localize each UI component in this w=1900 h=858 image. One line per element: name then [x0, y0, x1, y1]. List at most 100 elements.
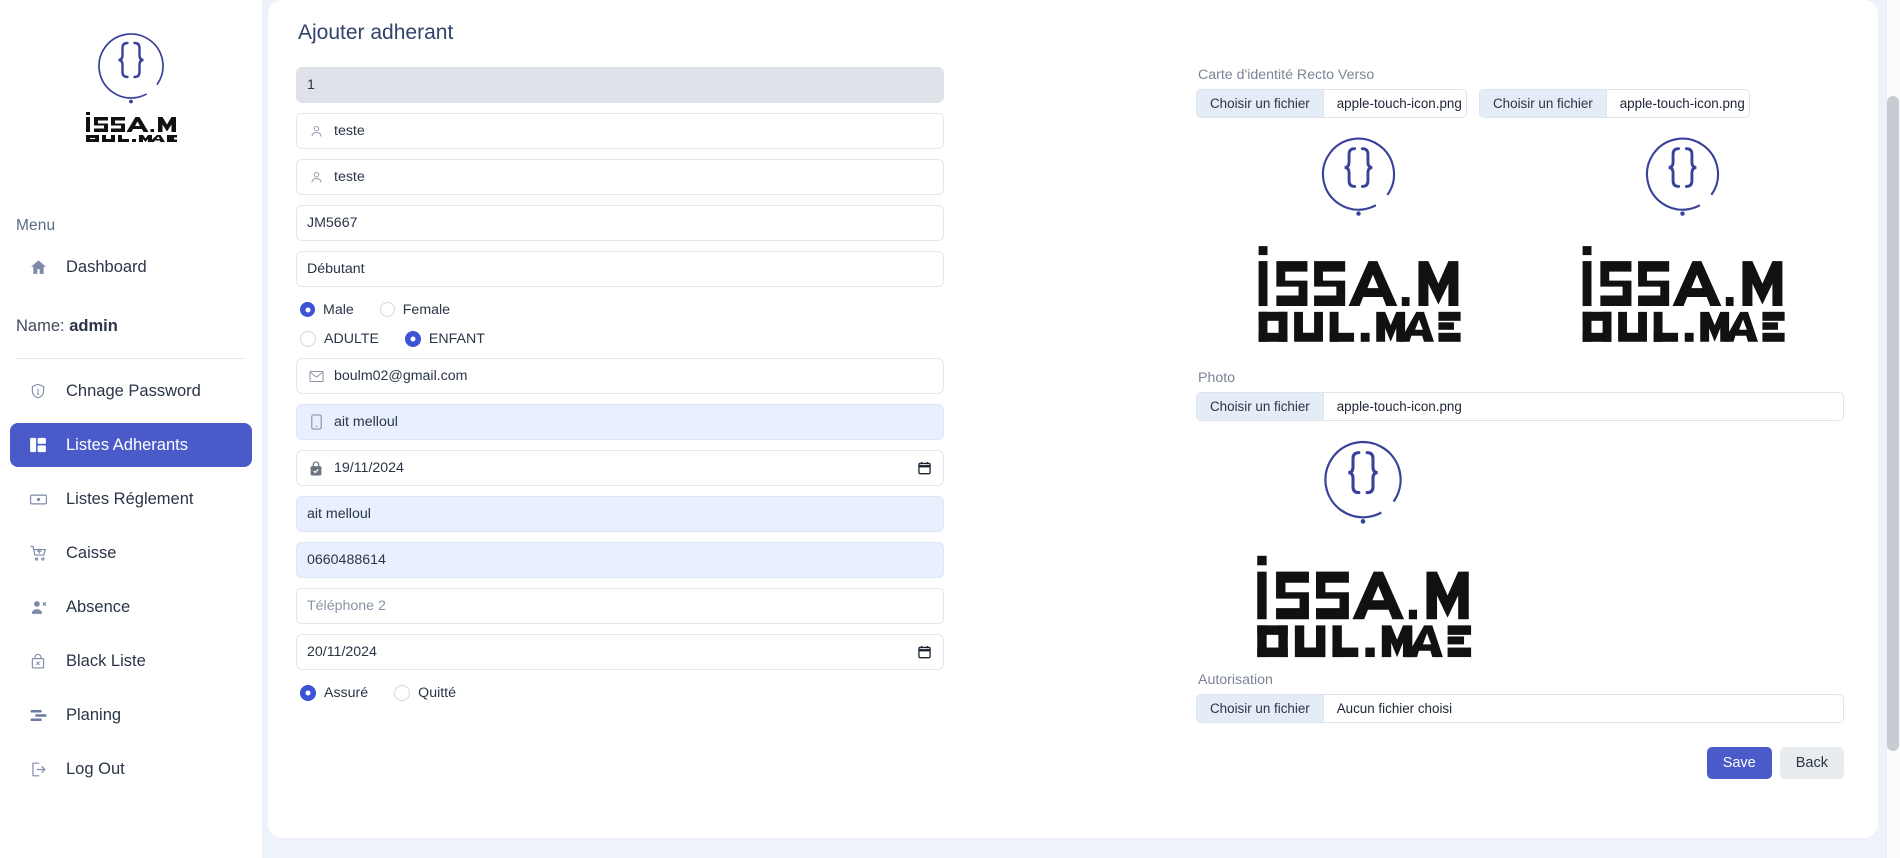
sidebar-item-label: Chnage Password	[66, 381, 201, 400]
address1-value: ait melloul	[334, 413, 398, 430]
sidebar-divider	[16, 358, 246, 359]
brand-logo[interactable]	[0, 0, 262, 147]
name-value: admin	[69, 317, 118, 335]
level-field[interactable]: Débutant	[296, 251, 944, 287]
sidebar-item-chnage-password[interactable]: Chnage Password	[10, 369, 252, 413]
choose-file-button[interactable]: Choisir un fichier	[1480, 90, 1607, 117]
sidebar-item-planing[interactable]: Planing	[10, 693, 252, 737]
sidebar-item-listes-adherants[interactable]: Listes Adherants	[10, 423, 252, 467]
photo-preview	[1198, 435, 1528, 670]
name-prefix: Name:	[16, 317, 65, 335]
phone1-field[interactable]: 0660488614	[296, 542, 944, 578]
photo-preview-row	[1196, 435, 1844, 670]
radio-dot	[394, 684, 411, 701]
status-option-label: Assuré	[324, 684, 369, 701]
category-option-enfant[interactable]: ENFANT	[404, 330, 485, 347]
gender-option-label: Male	[323, 301, 354, 318]
calendar-icon[interactable]	[918, 645, 931, 659]
category-option-label: ENFANT	[428, 330, 485, 347]
first-name-value: teste	[334, 122, 365, 139]
photo-file-input[interactable]: Choisir un fichier apple-touch-icon.png	[1196, 392, 1844, 421]
gender-option-male[interactable]: Male	[300, 302, 354, 318]
dashboard-grid-icon	[28, 435, 48, 455]
sidebar-item-absence[interactable]: Absence	[10, 585, 252, 629]
radio-dot	[300, 302, 315, 317]
user-icon	[307, 168, 325, 186]
autorisation-file-input[interactable]: Choisir un fichier Aucun fichier choisi	[1196, 694, 1844, 723]
sidebar-item-label: Log Out	[66, 759, 125, 778]
sidebar-item-label: Dashboard	[66, 257, 147, 276]
choose-file-button[interactable]: Choisir un fichier	[1197, 393, 1324, 420]
form-card: Ajouter adherant 1 teste teste JM5667 Dé…	[268, 0, 1878, 838]
phone2-placeholder: Téléphone 2	[307, 597, 386, 614]
shield-icon	[28, 381, 48, 401]
autorisation-filename: Aucun fichier choisi	[1336, 701, 1453, 716]
address2-field[interactable]: ait melloul	[296, 496, 944, 532]
sidebar-item-listes-reglement[interactable]: Listes Réglement	[10, 477, 252, 521]
phone2-field[interactable]: Téléphone 2	[296, 588, 944, 624]
logo-braces-icon	[98, 33, 164, 104]
status-option-label: Quitté	[418, 684, 457, 701]
address2-value: ait melloul	[307, 505, 371, 522]
choose-file-button[interactable]: Choisir un fichier	[1197, 695, 1324, 722]
status-radio-group: Assuré Quitté	[300, 680, 944, 705]
list-filter-icon	[28, 705, 48, 725]
cin-previews	[1196, 132, 1844, 354]
app-root: Menu Dashboard Name: admin Chnage Passwo…	[0, 0, 1900, 858]
status-option-assure[interactable]: Assuré	[300, 684, 369, 701]
id-field[interactable]: 1	[296, 67, 944, 103]
category-option-adulte[interactable]: ADULTE	[300, 330, 379, 347]
level-value: Débutant	[307, 260, 365, 277]
last-name-value: teste	[334, 168, 365, 185]
sidebar: Menu Dashboard Name: admin Chnage Passwo…	[0, 0, 262, 858]
choose-file-button[interactable]: Choisir un fichier	[1197, 90, 1324, 117]
cin-verso-file-input[interactable]: Choisir un fichier apple-touch-icon.png	[1479, 89, 1750, 118]
logo-preview-image	[1257, 440, 1472, 658]
last-name-field[interactable]: teste	[296, 159, 944, 195]
calendar-icon[interactable]	[918, 461, 931, 475]
radio-dot	[300, 330, 316, 347]
envelope-icon	[307, 367, 325, 385]
logout-icon	[28, 759, 48, 779]
photo-filename: apple-touch-icon.png	[1336, 399, 1462, 414]
status-option-quitte[interactable]: Quitté	[394, 684, 457, 701]
email-value: boulm02@gmail.com	[334, 367, 468, 384]
phone-icon	[307, 413, 325, 431]
sidebar-item-log-out[interactable]: Log Out	[10, 747, 252, 791]
logo-wordmark	[86, 112, 177, 142]
cin-verso-preview	[1520, 132, 1844, 354]
home-icon	[28, 257, 48, 277]
bag-x-icon	[28, 651, 48, 671]
email-field[interactable]: boulm02@gmail.com	[296, 358, 944, 394]
page-scrollbar-thumb[interactable]	[1887, 96, 1899, 751]
back-button[interactable]: Back	[1779, 747, 1844, 779]
category-option-label: ADULTE	[324, 330, 379, 347]
sidebar-item-label: Caisse	[66, 543, 117, 562]
cin-file-row: Choisir un fichier apple-touch-icon.png …	[1196, 89, 1844, 118]
category-radio-group: ADULTE ENFANT	[300, 326, 944, 351]
cin-field[interactable]: JM5667	[296, 205, 944, 241]
cin-verso-filename: apple-touch-icon.png	[1619, 96, 1745, 111]
logo-preview-image	[1582, 137, 1785, 342]
radio-dot	[404, 330, 421, 347]
sidebar-item-label: Absence	[66, 597, 131, 616]
sidebar-item-dashboard[interactable]: Dashboard	[10, 245, 252, 289]
save-button[interactable]: Save	[1706, 747, 1772, 779]
sidebar-item-label: Listes Réglement	[66, 489, 194, 508]
autorisation-upload-label: Autorisation	[1198, 672, 1273, 688]
phone1-value: 0660488614	[307, 551, 386, 568]
date-start-field[interactable]: 19/11/2024	[296, 450, 944, 486]
sidebar-item-caisse[interactable]: Caisse	[10, 531, 252, 575]
cin-recto-filename: apple-touch-icon.png	[1336, 96, 1462, 111]
form-actions: Save Back	[1196, 747, 1844, 779]
address1-field[interactable]: ait melloul	[296, 404, 944, 440]
cin-upload-label: Carte d'identité Recto Verso	[1198, 67, 1375, 83]
gender-option-female[interactable]: Female	[379, 302, 450, 318]
cin-recto-file-input[interactable]: Choisir un fichier apple-touch-icon.png	[1196, 89, 1467, 118]
date-end-field[interactable]: 20/11/2024	[296, 634, 944, 670]
user-icon	[307, 122, 325, 140]
main-content: Ajouter adherant 1 teste teste JM5667 Dé…	[262, 0, 1900, 858]
sidebar-item-black-liste[interactable]: Black Liste	[10, 639, 252, 683]
first-name-field[interactable]: teste	[296, 113, 944, 149]
logo-preview-image	[1258, 137, 1461, 342]
